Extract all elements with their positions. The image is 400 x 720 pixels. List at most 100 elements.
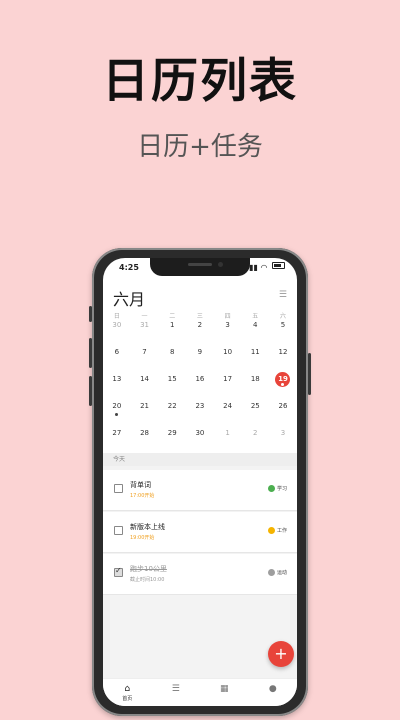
calendar-day[interactable]: 1 (158, 318, 186, 338)
category-label: 运动 (276, 570, 287, 576)
task-time: 19:00开始 (130, 535, 155, 541)
calendar-day[interactable]: 24 (214, 399, 242, 419)
category-icon (267, 527, 275, 534)
calendar-day[interactable]: 4 (241, 318, 269, 338)
calendar-day-number: 3 (280, 429, 286, 437)
calendar-day-number: 23 (195, 402, 205, 410)
month-title: 六月 (113, 290, 146, 309)
calendar-day-number: 20 (112, 402, 122, 410)
task-item[interactable]: 背单词 17:00开始 学习 (103, 470, 297, 511)
category-icon (267, 569, 275, 576)
calendar-day-number: 18 (250, 375, 260, 383)
task-checkbox[interactable] (114, 566, 123, 577)
calendar-day[interactable]: 31 (131, 318, 159, 338)
task-category-tag: 运动 (267, 569, 287, 576)
calendar-day-number: 14 (140, 375, 149, 383)
calendar-day[interactable]: 21 (131, 399, 159, 419)
calendar-day[interactable]: 6 (103, 345, 131, 365)
speaker (188, 263, 212, 266)
calendar-day[interactable]: 26 (269, 399, 297, 419)
calendar-day-number: 1 (225, 429, 230, 437)
calendar-day[interactable]: 12 (269, 345, 297, 365)
calendar-day[interactable]: 23 (186, 399, 214, 419)
task-time: 17:00开始 (130, 493, 155, 499)
calendar-day-number: 25 (250, 402, 260, 410)
status-icons: ▮▮ ◠ (249, 262, 285, 272)
signal-icon: ▮▮ (249, 263, 258, 272)
task-title: 新版本上线 (130, 523, 165, 531)
calendar-day[interactable]: 11 (241, 345, 269, 365)
calendar-day-number: 15 (167, 375, 177, 383)
list-view-icon[interactable]: ☰ (279, 290, 287, 300)
task-item[interactable]: 新版本上线 19:00开始 工作 (103, 512, 297, 553)
calendar-day[interactable]: 3 (269, 426, 297, 446)
calendar-day-number: 30 (112, 321, 122, 329)
calendar-day[interactable]: 14 (131, 372, 159, 392)
calendar-day[interactable]: 13 (103, 372, 131, 392)
calendar-day[interactable]: 7 (131, 345, 159, 365)
add-task-button[interactable]: + (268, 641, 294, 667)
calendar-day[interactable]: 10 (214, 345, 242, 365)
status-time: 4:25 (119, 263, 139, 272)
calendar-day-number: 6 (114, 348, 120, 356)
calendar-day-number: 10 (223, 348, 233, 356)
tab-home[interactable]: ⌂ 首页 (103, 679, 152, 706)
calendar-day-number: 22 (167, 402, 177, 410)
calendar-day[interactable]: 27 (103, 426, 131, 446)
category-label: 工作 (276, 528, 287, 534)
calendar-day[interactable]: 20 (103, 399, 131, 419)
event-dot (115, 413, 119, 416)
calendar-day[interactable]: 28 (131, 426, 159, 446)
calendar-day-number: 13 (112, 375, 122, 383)
calendar-day[interactable]: 29 (158, 426, 186, 446)
wifi-icon: ◠ (260, 263, 268, 272)
calendar-day-number: 9 (197, 348, 203, 356)
calendar-day[interactable]: 2 (241, 426, 269, 446)
calendar-day[interactable]: 9 (186, 345, 214, 365)
calendar-day-number: 5 (280, 321, 286, 329)
calendar-day-number: 30 (195, 429, 205, 437)
calendar-day[interactable]: 19 (269, 372, 297, 392)
calendar-day[interactable]: 30 (103, 318, 131, 338)
calendar-day[interactable]: 16 (186, 372, 214, 392)
calendar-day-number: 7 (142, 348, 147, 356)
tab-list[interactable]: ☰ (152, 679, 201, 706)
phone-screen: 4:25 ▮▮ ◠ 六月 ☰ 日一二三四五六 30 31 1 2 3 4 5 6 7 8 9 10 11… (103, 258, 297, 706)
tab-grid[interactable]: ▦ (200, 679, 249, 706)
calendar-day[interactable]: 25 (241, 399, 269, 419)
grid-icon: ▦ (219, 684, 229, 694)
camera (218, 262, 223, 267)
task-item[interactable]: 跑步10公里截止时间10:00 运动 (103, 554, 297, 595)
calendar-day[interactable]: 3 (214, 318, 242, 338)
power-button (308, 353, 311, 395)
task-time: 截止时间10:00 (130, 577, 165, 583)
task-category-tag: 学习 (267, 485, 287, 492)
calendar-day-number: 12 (278, 348, 288, 356)
calendar-day-number: 28 (140, 429, 149, 437)
notch (150, 258, 250, 276)
battery-icon (272, 262, 285, 269)
mute-switch (89, 306, 92, 322)
task-checkbox[interactable] (114, 484, 123, 493)
task-category-tag: 工作 (267, 527, 287, 534)
phone-frame: 4:25 ▮▮ ◠ 六月 ☰ 日一二三四五六 30 31 1 2 3 4 5 6 7 8 9 10 11… (89, 248, 311, 716)
calendar-day[interactable]: 5 (269, 318, 297, 338)
calendar-day[interactable]: 30 (186, 426, 214, 446)
calendar-day-number: 31 (140, 321, 149, 329)
task-checkbox[interactable] (114, 526, 123, 535)
calendar-day[interactable]: 1 (214, 426, 242, 446)
calendar-day-number: 21 (140, 402, 149, 410)
calendar-day[interactable]: 17 (214, 372, 242, 392)
calendar-day-number: 8 (169, 348, 175, 356)
calendar-day[interactable]: 2 (186, 318, 214, 338)
home-icon: ⌂ (124, 684, 131, 694)
calendar-day-number: 26 (278, 402, 288, 410)
calendar-day[interactable]: 18 (241, 372, 269, 392)
calendar-day[interactable]: 22 (158, 399, 186, 419)
task-title: 跑步10公里 (130, 565, 167, 573)
calendar-day[interactable]: 15 (158, 372, 186, 392)
calendar-day-number: 11 (250, 348, 260, 356)
tab-person[interactable]: ● (249, 679, 298, 706)
calendar-day[interactable]: 8 (158, 345, 186, 365)
calendar-day-number: 16 (195, 375, 205, 383)
